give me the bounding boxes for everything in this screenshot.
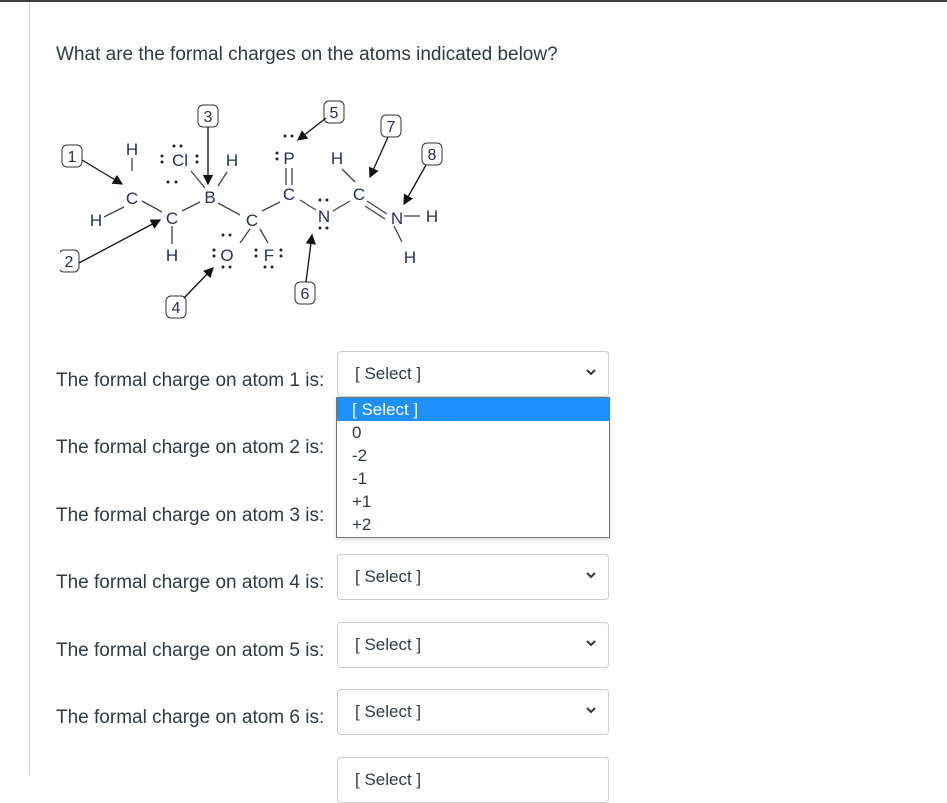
atom-o: O bbox=[220, 246, 233, 265]
atom-3-label: The formal charge on atom 3 is: bbox=[56, 505, 325, 526]
browser-top-border bbox=[0, 0, 947, 2]
atom-h: H bbox=[226, 151, 238, 170]
label-8: 8 bbox=[421, 142, 443, 166]
atom-c: C bbox=[283, 185, 295, 204]
dropdown-option[interactable]: -2 bbox=[337, 444, 609, 467]
atom-c1: C bbox=[126, 189, 138, 208]
atom-5-label: The formal charge on atom 5 is: bbox=[56, 640, 325, 661]
atom-1-label: The formal charge on atom 1 is: bbox=[56, 370, 325, 391]
dropdown-option[interactable]: -1 bbox=[337, 467, 609, 490]
svg-text:2: 2 bbox=[65, 254, 74, 271]
chevron-down-icon bbox=[586, 369, 596, 376]
atom-c: C bbox=[246, 211, 258, 230]
atom-1-dropdown-list[interactable]: [ Select ] 0 -2 -1 +1 +2 bbox=[336, 397, 610, 538]
atom-7-select[interactable]: [ Select ] bbox=[337, 757, 609, 803]
label-4: 4 bbox=[165, 295, 187, 319]
atom-cl: Cl bbox=[172, 151, 188, 170]
atom-1-select-value: [ Select ] bbox=[355, 364, 422, 383]
atom-h: H bbox=[426, 207, 438, 226]
content-left-border bbox=[29, 2, 30, 775]
atom-4-select[interactable]: [ Select ] bbox=[337, 554, 609, 600]
atom-6-select-value: [ Select ] bbox=[355, 702, 422, 721]
atom-h: H bbox=[331, 149, 343, 168]
atom-5-select-value: [ Select ] bbox=[355, 635, 422, 654]
chevron-down-icon bbox=[586, 572, 596, 579]
dropdown-option[interactable]: +2 bbox=[337, 513, 609, 536]
svg-text:7: 7 bbox=[387, 119, 396, 136]
label-2: 2 bbox=[60, 249, 80, 273]
atom-b: B bbox=[204, 188, 215, 207]
atom-h: H bbox=[404, 248, 416, 267]
label-7: 7 bbox=[380, 114, 402, 138]
chevron-down-icon bbox=[586, 640, 596, 647]
dropdown-option[interactable]: [ Select ] bbox=[337, 398, 609, 421]
svg-text:4: 4 bbox=[172, 300, 181, 317]
atom-5-select[interactable]: [ Select ] bbox=[337, 622, 609, 668]
label-1: 1 bbox=[61, 144, 83, 168]
svg-text:3: 3 bbox=[204, 109, 213, 126]
atom-h: H bbox=[166, 246, 178, 265]
chevron-down-icon bbox=[586, 707, 596, 714]
label-6: 6 bbox=[294, 281, 316, 305]
atom-7-select-value: [ Select ] bbox=[355, 770, 422, 789]
atom-2-label: The formal charge on atom 2 is: bbox=[56, 437, 325, 458]
svg-text:5: 5 bbox=[330, 105, 339, 122]
atom-c2: C bbox=[166, 209, 178, 228]
molecule-diagram: H C H C H Cl B H C O F C P N H C N H H 1… bbox=[60, 100, 443, 319]
atom-6-label: The formal charge on atom 6 is: bbox=[56, 707, 325, 728]
atom-c7: C bbox=[353, 185, 365, 204]
svg-text:8: 8 bbox=[428, 147, 437, 164]
atom-n6: N bbox=[318, 207, 330, 226]
svg-text:6: 6 bbox=[301, 286, 310, 303]
dropdown-option[interactable]: +1 bbox=[337, 490, 609, 513]
atom-f: F bbox=[264, 246, 274, 265]
question-text: What are the formal charges on the atoms… bbox=[56, 44, 558, 65]
atom-n8: N bbox=[391, 209, 403, 228]
dropdown-option[interactable]: 0 bbox=[337, 421, 609, 444]
atom-4-label: The formal charge on atom 4 is: bbox=[56, 572, 325, 593]
atom-p: P bbox=[283, 149, 294, 168]
label-5: 5 bbox=[323, 100, 345, 124]
atom-6-select[interactable]: [ Select ] bbox=[337, 689, 609, 735]
atom-4-select-value: [ Select ] bbox=[355, 567, 422, 586]
svg-text:1: 1 bbox=[68, 149, 77, 166]
atom-h: H bbox=[90, 211, 102, 230]
atom-1-select[interactable]: [ Select ] bbox=[337, 351, 609, 397]
atom-h: H bbox=[126, 140, 138, 159]
label-3: 3 bbox=[197, 104, 219, 128]
